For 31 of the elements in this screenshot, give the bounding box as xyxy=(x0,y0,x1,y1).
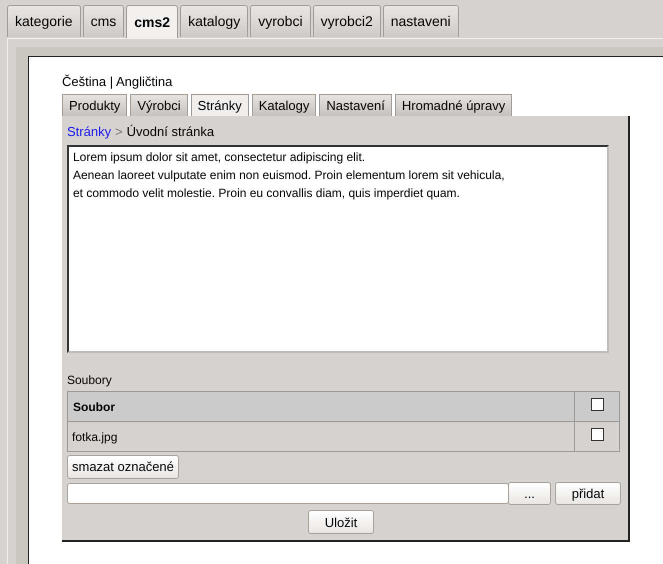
section-tab[interactable]: Produkty xyxy=(62,94,128,116)
save-button[interactable]: Uložit xyxy=(308,510,374,534)
top-tab[interactable]: vyrobci2 xyxy=(312,5,381,37)
top-tab[interactable]: kategorie xyxy=(7,5,81,37)
editor-text-line: Lorem ipsum dolor sit amet, consectetur adipiscing elit. xyxy=(73,149,366,166)
browse-button[interactable]: ... xyxy=(508,482,551,506)
section-tab[interactable]: Stránky xyxy=(190,94,249,116)
top-tab[interactable]: vyrobci xyxy=(250,5,311,37)
editor-text-line: et commodo velit molestie. Proin eu convallis diam, quis imperdiet quam. xyxy=(73,185,461,202)
checkbox[interactable] xyxy=(590,398,604,410)
section-tab[interactable]: Katalogy xyxy=(252,94,316,116)
add-button[interactable]: přidat xyxy=(555,482,621,506)
section-tab[interactable]: Výrobci xyxy=(130,94,188,116)
checkbox[interactable] xyxy=(590,428,604,440)
section-tab[interactable]: Hromadné úpravy xyxy=(394,94,512,116)
editor-text-line: Aenean laoreet vulputate enim non euismod. Proin elementum lorem sit vehicula, xyxy=(73,167,506,184)
breadcrumb-link[interactable]: Stránky xyxy=(67,122,112,142)
table-header-cell: Soubor xyxy=(68,392,574,422)
files-heading: Soubory xyxy=(67,372,113,389)
top-tab[interactable]: cms2 xyxy=(126,5,178,38)
top-tab[interactable]: cms xyxy=(82,5,124,37)
delete-selected-button[interactable]: smazat označené xyxy=(67,455,179,479)
language-links: Čeština | Angličtina xyxy=(62,73,174,91)
text-editor[interactable] xyxy=(67,145,609,353)
breadcrumb-current: Úvodní stránka xyxy=(126,123,214,142)
section-tab[interactable]: Nastavení xyxy=(319,94,392,116)
breadcrumb-separator: > xyxy=(115,123,123,142)
table-cell: fotka.jpg xyxy=(68,422,574,452)
file-path-field[interactable] xyxy=(67,483,509,504)
top-tab[interactable]: nastaveni xyxy=(382,5,459,37)
top-tab[interactable]: katalogy xyxy=(180,5,248,37)
